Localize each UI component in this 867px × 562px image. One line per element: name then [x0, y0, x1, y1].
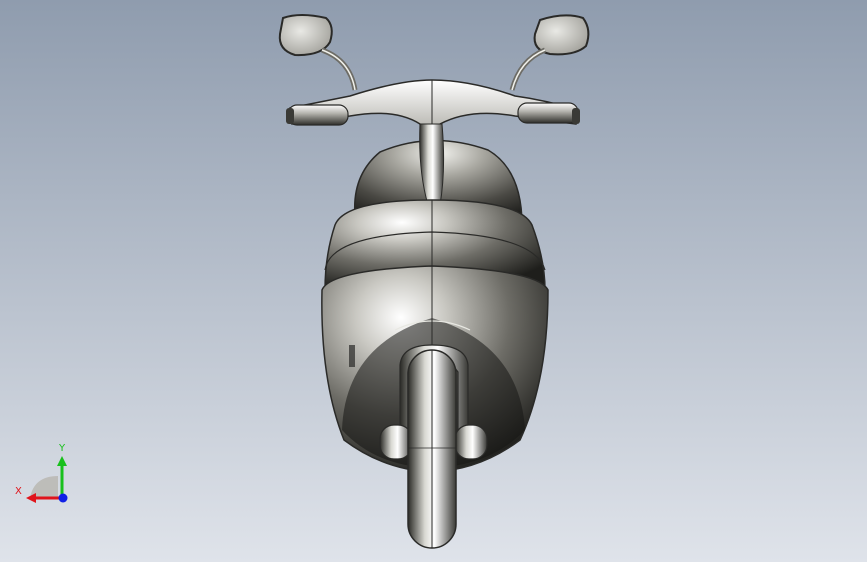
front-wheel[interactable]: [407, 349, 457, 549]
triad-y-label: Y: [59, 443, 66, 454]
model-canvas[interactable]: [0, 0, 867, 562]
triad-x-label: X: [15, 486, 22, 497]
graphics-viewport[interactable]: X Y: [0, 0, 867, 562]
